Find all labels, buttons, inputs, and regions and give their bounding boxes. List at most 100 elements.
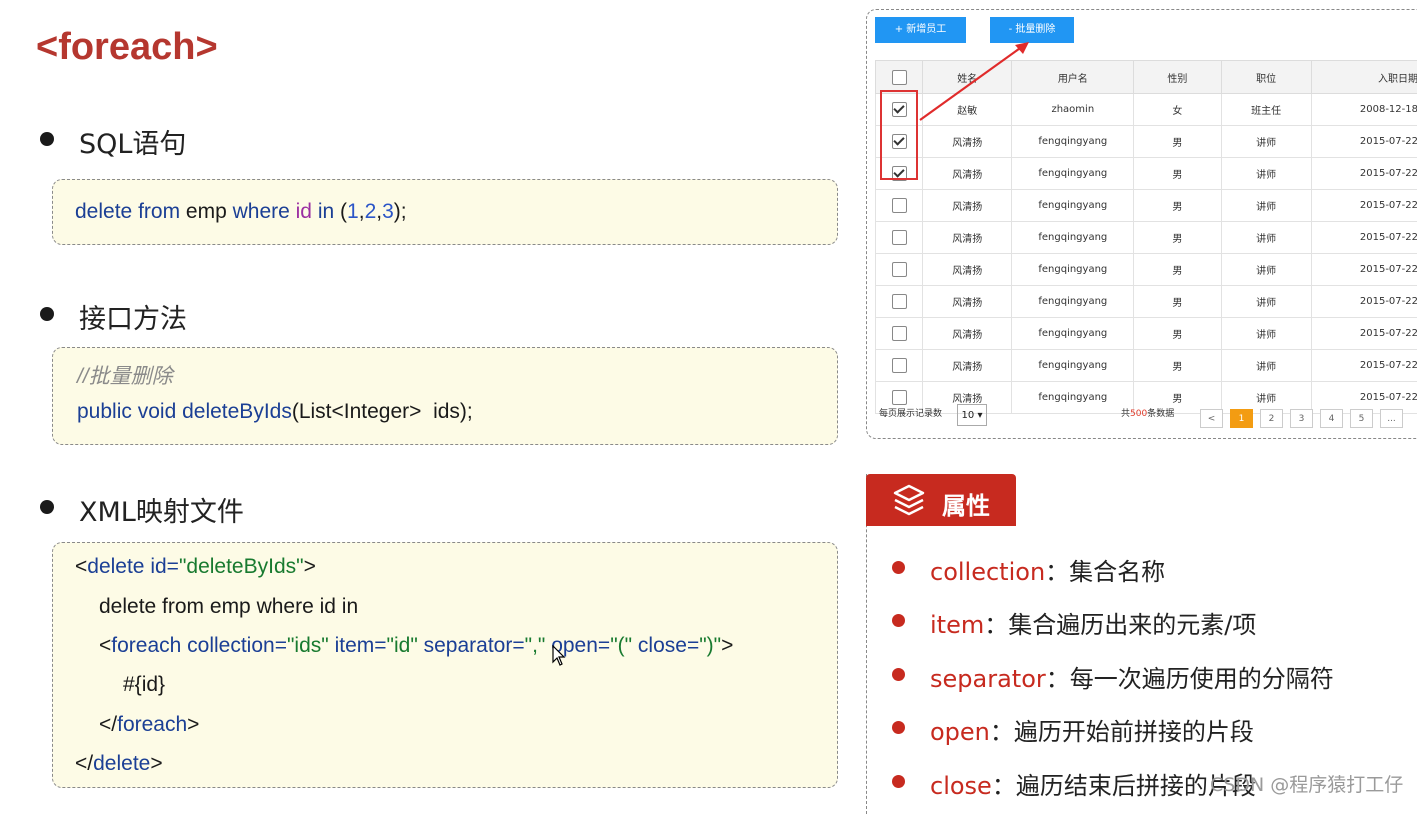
table-cell-username: fengqingyang [1012,286,1134,318]
page-title: <foreach> [36,26,218,69]
row-checkbox-cell[interactable] [876,222,923,254]
table-cell-name: 风清扬 [923,318,1012,350]
properties-title: 属性 [942,486,990,521]
code-comment: //批量删除 [77,360,173,390]
select-all-checkbox[interactable] [892,70,907,85]
row-checkbox[interactable] [892,294,907,309]
table-cell-date: 2015-07-22 [1311,254,1417,286]
table-cell-position: 讲师 [1221,126,1311,158]
row-checkbox[interactable] [892,358,907,373]
table-cell-position: 讲师 [1221,350,1311,382]
table-cell-date: 2015-07-22 [1311,190,1417,222]
row-checkbox-cell[interactable] [876,286,923,318]
property-collection: collection：集合名称 [930,552,1165,587]
table-cell-date: 2015-07-22 [1311,126,1417,158]
property-open: open：遍历开始前拼接的片段 [930,712,1254,747]
table-row[interactable]: 风清扬fengqingyang男讲师2015-07-22 [876,222,1417,254]
xml-line-5: </foreach> [99,713,199,737]
table-row[interactable]: 风清扬fengqingyang男讲师2015-07-22 [876,190,1417,222]
table-cell-position: 讲师 [1221,190,1311,222]
property-bullet [892,721,905,734]
section-heading-xml: XML映射文件 [79,490,244,529]
table-cell-gender: 女 [1134,94,1221,126]
interface-code-line: public void deleteByIds(List<Integer> id… [77,400,473,424]
table-cell-date: 2015-07-22 [1311,318,1417,350]
column-header: 性别 [1134,61,1221,94]
table-row[interactable]: 风清扬fengqingyang男讲师2015-07-22 [876,126,1417,158]
row-checkbox-cell[interactable] [876,318,923,350]
row-checkbox[interactable] [892,326,907,341]
row-checkbox-cell[interactable] [876,350,923,382]
pager-page-button[interactable]: 3 [1290,409,1313,428]
table-cell-date: 2015-07-22 [1311,158,1417,190]
section-heading-sql: SQL语句 [79,122,186,161]
table-row[interactable]: 风清扬fengqingyang男讲师2015-07-22 [876,318,1417,350]
property-close: close：遍历结束后拼接的片段 [930,766,1256,801]
table-cell-gender: 男 [1134,190,1221,222]
table-cell-gender: 男 [1134,350,1221,382]
table-cell-name: 风清扬 [923,190,1012,222]
per-page-select[interactable]: 10 ▾ [957,404,987,426]
layers-icon [892,483,926,517]
select-all-header[interactable] [876,61,923,94]
table-cell-position: 班主任 [1221,94,1311,126]
table-cell-position: 讲师 [1221,254,1311,286]
table-row[interactable]: 风清扬fengqingyang男讲师2015-07-22 [876,158,1417,190]
per-page-label: 每页展示记录数 [879,406,942,419]
selection-highlight-box [880,90,918,180]
table-cell-gender: 男 [1134,126,1221,158]
xml-line-1: <delete id="deleteByIds"> [75,555,316,579]
xml-line-3: <foreach collection="ids" item="id" sepa… [99,634,733,658]
table-cell-date: 2015-07-22 [1311,286,1417,318]
pager-page-button[interactable]: 5 [1350,409,1373,428]
xml-code-box: <delete id="deleteByIds"> delete from em… [52,542,838,788]
total-records: 共500条数据 [1121,406,1174,419]
pager-page-button[interactable]: 2 [1260,409,1283,428]
table-cell-username: fengqingyang [1012,190,1134,222]
bullet-dot [40,307,54,321]
table-cell-position: 讲师 [1221,286,1311,318]
table-cell-name: 风清扬 [923,350,1012,382]
pager-prev-button[interactable]: < [1200,409,1223,428]
table-cell-position: 讲师 [1221,158,1311,190]
mouse-cursor-icon [552,645,566,667]
table-cell-date: 2015-07-22 [1311,222,1417,254]
table-row[interactable]: 风清扬fengqingyang男讲师2015-07-22 [876,286,1417,318]
row-checkbox[interactable] [892,230,907,245]
table-cell-username: fengqingyang [1012,318,1134,350]
table-cell-name: 风清扬 [923,222,1012,254]
row-checkbox[interactable] [892,262,907,277]
table-row[interactable]: 风清扬fengqingyang男讲师2015-07-22 [876,350,1417,382]
property-bullet [892,775,905,788]
table-cell-username: fengqingyang [1012,158,1134,190]
property-separator: separator：每一次遍历使用的分隔符 [930,659,1334,694]
property-bullet [892,614,905,627]
table-row[interactable]: 风清扬fengqingyang男讲师2015-07-22 [876,254,1417,286]
property-item: item：集合遍历出来的元素/项 [930,605,1256,640]
table-cell-username: fengqingyang [1012,126,1134,158]
table-cell-gender: 男 [1134,158,1221,190]
table-cell-name: 风清扬 [923,286,1012,318]
table-cell-date: 2015-07-22 [1311,350,1417,382]
row-checkbox[interactable] [892,198,907,213]
arrow-icon [917,38,1032,123]
table-cell-username: fengqingyang [1012,350,1134,382]
table-cell-gender: 男 [1134,318,1221,350]
section-heading-interface: 接口方法 [79,297,187,336]
pager-page-button[interactable]: 1 [1230,409,1253,428]
table-cell-position: 讲师 [1221,222,1311,254]
table-cell-name: 风清扬 [923,254,1012,286]
row-checkbox-cell[interactable] [876,190,923,222]
property-bullet [892,561,905,574]
table-cell-date: 2008-12-18 [1311,94,1417,126]
column-header: 入职日期 [1311,61,1417,94]
watermark: CSDN @程序猿打工仔 [1210,770,1403,797]
table-cell-username: fengqingyang [1012,382,1134,414]
pager-page-button[interactable]: ... [1380,409,1403,428]
pager-page-button[interactable]: 4 [1320,409,1343,428]
row-checkbox-cell[interactable] [876,254,923,286]
bullet-dot [40,500,54,514]
table-cell-name: 风清扬 [923,126,1012,158]
row-checkbox[interactable] [892,390,907,405]
table-cell-username: fengqingyang [1012,254,1134,286]
